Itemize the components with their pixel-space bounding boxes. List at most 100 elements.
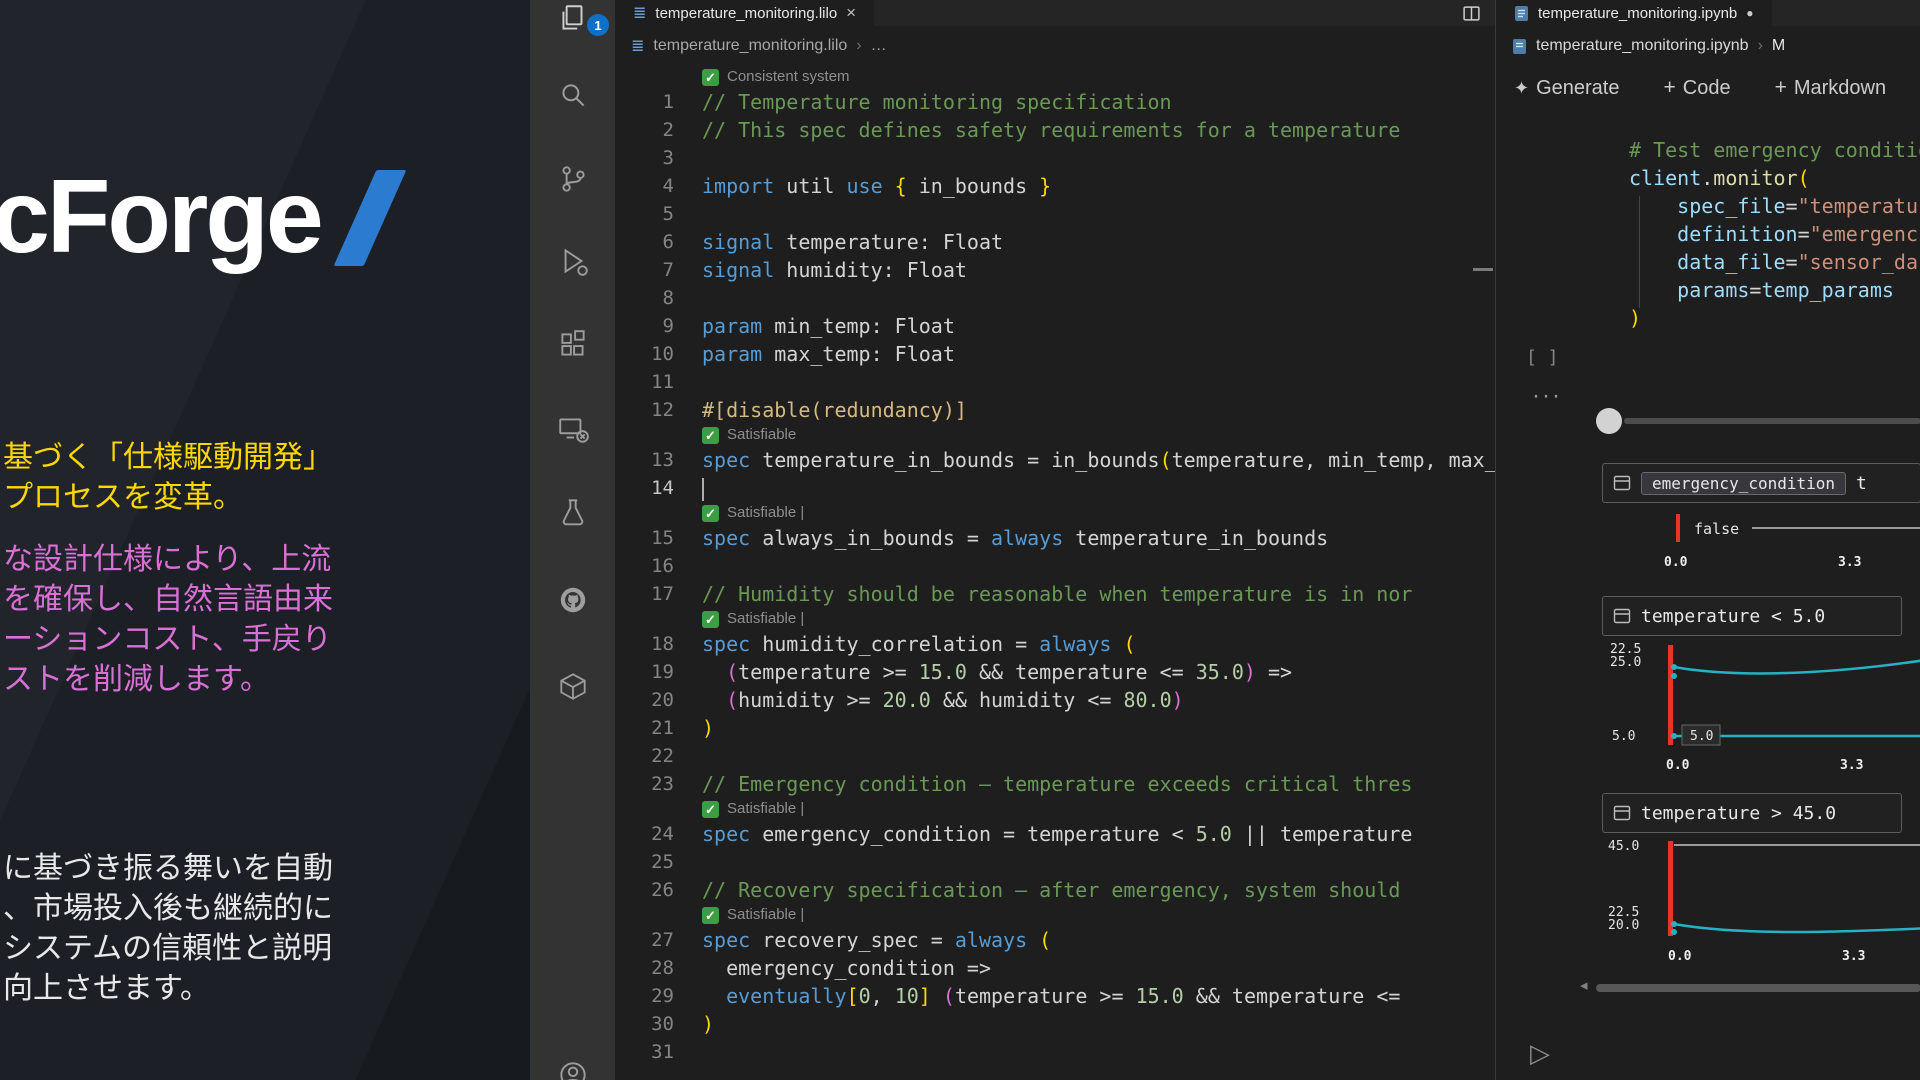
tab-label: temperature_monitoring.lilo [655,5,837,22]
widget-header[interactable]: temperature < 5.0 [1602,596,1902,636]
notebook-code-line[interactable]: # Test emergency conditio [1629,136,1920,164]
code-line[interactable]: 21) [615,714,1495,742]
line-number: 5 [615,200,702,228]
github-icon[interactable] [556,583,590,617]
code-line[interactable]: 28 emergency_condition => [615,954,1495,982]
notebook-code-line[interactable]: ) [1629,304,1920,332]
codelens[interactable]: ✓Satisfiable | [615,608,1495,630]
line-number: 30 [615,1010,702,1038]
generate-button[interactable]: ✦ Generate [1514,77,1619,100]
code-line[interactable]: 18spec humidity_correlation = always ( [615,630,1495,658]
add-code-button[interactable]: + Code [1663,76,1730,100]
codelens[interactable]: ✓Satisfiable [615,424,1495,446]
explorer-icon[interactable] [556,2,590,36]
code-line[interactable]: 14 [615,474,1495,502]
y-tick-label: 45.0 [1608,839,1639,854]
widget-header[interactable]: emergency_condition t [1602,463,1920,503]
code-line[interactable]: 17// Humidity should be reasonable when … [615,580,1495,608]
line-number: 9 [615,312,702,340]
close-icon[interactable]: × [846,3,856,23]
tab-lilo[interactable]: ≣ temperature_monitoring.lilo × [615,0,874,26]
horizontal-scrollbar[interactable] [1596,984,1920,992]
breadcrumb-file[interactable]: temperature_monitoring.ipynb [1536,37,1749,55]
line-number: 10 [615,340,702,368]
account-icon[interactable] [556,1058,590,1080]
source-control-icon[interactable] [556,162,590,196]
code-line[interactable]: 12#[disable(redundancy)] [615,396,1495,424]
code-line[interactable]: 4import util use { in_bounds } [615,172,1495,200]
notebook-cell-editor[interactable]: # Test emergency conditioclient.monitor(… [1629,136,1920,332]
signal-value-label: false [1694,520,1739,538]
code-line[interactable]: 13spec temperature_in_bounds = in_bounds… [615,446,1495,474]
breadcrumb-more[interactable]: … [871,37,887,55]
codelens[interactable]: ✓Consistent system [615,66,1495,88]
widget-title-pill[interactable]: emergency_condition [1641,472,1846,495]
intro-line: プロセスを変革。 [3,478,333,518]
code-line[interactable]: 1// Temperature monitoring specification [615,88,1495,116]
code-line[interactable]: 10param max_temp: Float [615,340,1495,368]
code-line[interactable]: 7signal humidity: Float [615,256,1495,284]
code-line[interactable]: 19 (temperature >= 15.0 && temperature <… [615,658,1495,686]
search-icon[interactable] [556,79,590,113]
code-line[interactable]: 27spec recovery_spec = always ( [615,926,1495,954]
code-line[interactable]: 16 [615,552,1495,580]
notebook-code-line[interactable]: definition="emergenc [1629,220,1920,248]
codelens[interactable]: ✓Satisfiable | [615,502,1495,524]
line-number: 1 [615,88,702,116]
code-line[interactable]: 25 [615,848,1495,876]
add-markdown-button[interactable]: + Markdown [1775,76,1887,100]
intro-line: システムの信頼性と説明 [3,929,333,969]
slider-handle[interactable] [1596,408,1622,434]
code-line[interactable]: 23// Emergency condition — temperature e… [615,770,1495,798]
code-line[interactable]: 24spec emergency_condition = temperature… [615,820,1495,848]
codelens[interactable]: ✓Satisfiable | [615,798,1495,820]
code-line[interactable]: 30) [615,1010,1495,1038]
notebook-code-line[interactable]: data_file="sensor_da [1629,248,1920,276]
code-line[interactable]: 11 [615,368,1495,396]
widget-header[interactable]: temperature > 45.0 [1602,793,1902,833]
code-line[interactable]: 2// This spec defines safety requirement… [615,116,1495,144]
breadcrumb-file[interactable]: temperature_monitoring.lilo [653,37,847,55]
extensions-icon[interactable] [556,328,590,362]
notebook-code-line[interactable]: params=temp_params [1629,276,1920,304]
remote-explorer-icon[interactable] [556,412,590,446]
code-line[interactable]: 22 [615,742,1495,770]
code-line[interactable]: 20 (humidity >= 20.0 && humidity <= 80.0… [615,686,1495,714]
split-editor-icon[interactable] [1462,4,1481,28]
notebook-breadcrumb[interactable]: temperature_monitoring.ipynb › M [1496,26,1920,66]
notebook-code-line[interactable]: client.monitor( [1629,164,1920,192]
code-line[interactable]: 29 eventually[0, 10] (temperature >= 15.… [615,982,1495,1010]
testing-beaker-icon[interactable] [556,495,590,529]
logo: cForge [0,158,385,277]
code-line[interactable]: 9param min_temp: Float [615,312,1495,340]
codelens[interactable]: ✓Satisfiable | [615,904,1495,926]
editor-breadcrumb[interactable]: ≣ temperature_monitoring.lilo › … [615,26,1495,66]
containers-icon[interactable] [556,669,590,703]
line-number: 26 [615,876,702,904]
scroll-left-icon[interactable]: ◂ [1580,976,1588,994]
intro-line: な設計仕様により、上流 [3,540,333,580]
code-line[interactable]: 3 [615,144,1495,172]
code-line[interactable]: 6signal temperature: Float [615,228,1495,256]
line-number: 25 [615,848,702,876]
code-line[interactable]: 15spec always_in_bounds = always tempera… [615,524,1495,552]
run-debug-icon[interactable] [556,244,590,278]
code-line[interactable]: 31 [615,1038,1495,1066]
notebook-code-line[interactable]: spec_file="temperatu [1629,192,1920,220]
code-line[interactable]: 26// Recovery specification — after emer… [615,876,1495,904]
plus-icon: + [1663,76,1675,100]
temperature-signal-line [1674,924,1920,932]
breadcrumb-crumb[interactable]: M [1772,37,1785,55]
cell-drag-handle-icon[interactable]: ··· [1532,382,1562,410]
line-number: 31 [615,1038,702,1066]
code-line[interactable]: 8 [615,284,1495,312]
dirty-dot-icon[interactable]: ● [1746,6,1753,20]
code-line[interactable]: 5 [615,200,1495,228]
run-cell-button[interactable]: ▷ [1530,1038,1550,1069]
widget-chart: 22.5 25.0 5.0 5.0 0.0 3.3 [1602,639,1920,777]
line-number: 28 [615,954,702,982]
widget-title: temperature > 45.0 [1641,803,1836,824]
tab-ipynb[interactable]: temperature_monitoring.ipynb ● [1496,0,1772,26]
editor-panel: ≣ temperature_monitoring.lilo × ≣ temper… [615,0,1495,1080]
slider-track[interactable] [1624,418,1920,424]
